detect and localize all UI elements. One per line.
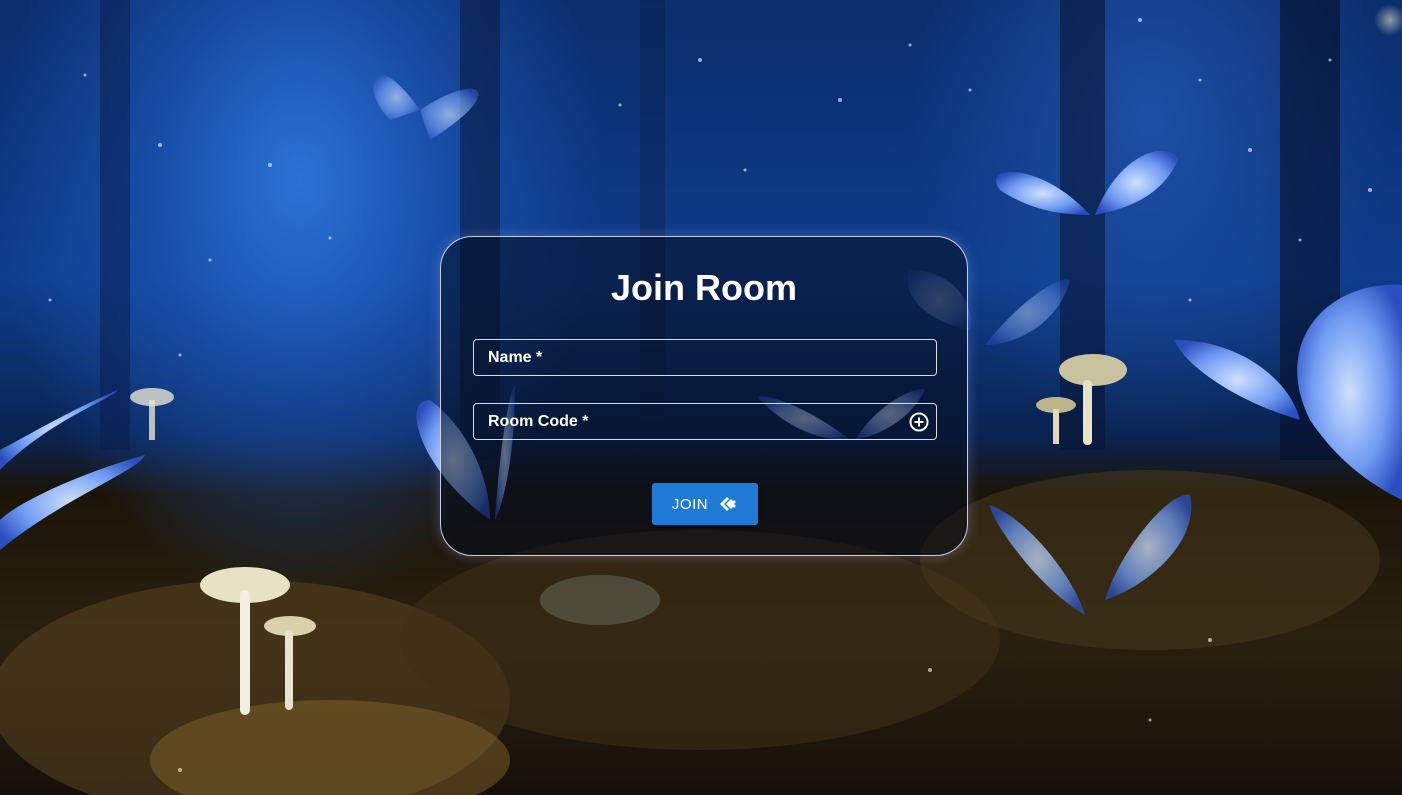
card-title: Join Room xyxy=(611,267,797,308)
circle-plus-icon[interactable] xyxy=(908,411,930,433)
name-input[interactable] xyxy=(474,340,936,375)
room-code-field[interactable]: Room Code * xyxy=(473,403,937,440)
room-code-input[interactable] xyxy=(474,404,936,439)
join-button-label: JOIN xyxy=(671,495,709,513)
handshake-icon xyxy=(718,494,738,514)
name-field[interactable]: Name * xyxy=(473,339,937,376)
join-room-card: Join Room Name * Room Code * JOIN xyxy=(440,236,968,556)
join-button[interactable]: JOIN xyxy=(652,483,758,525)
